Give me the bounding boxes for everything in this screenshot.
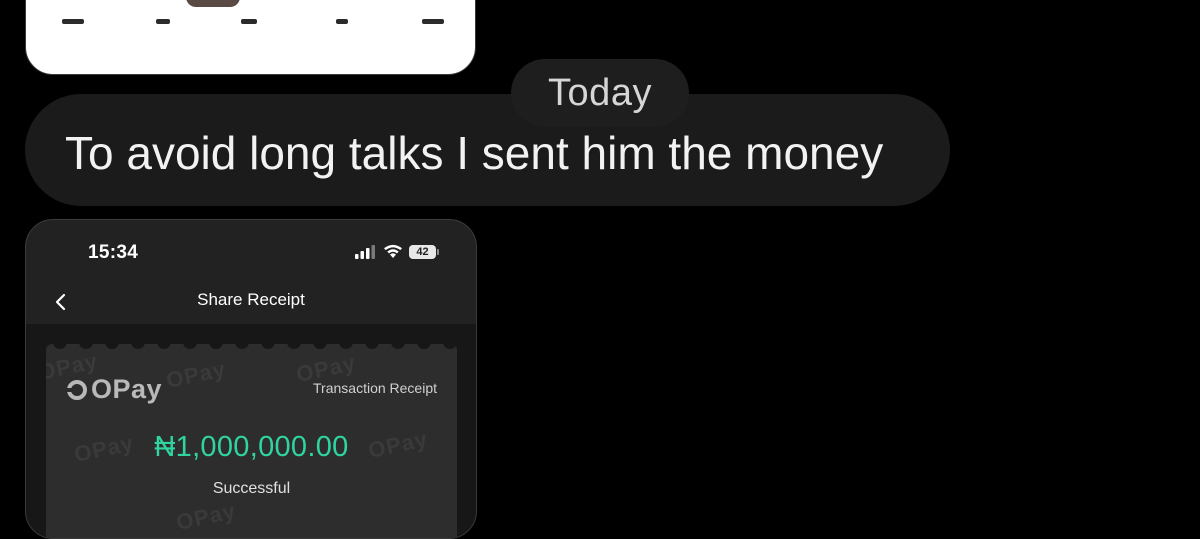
message-bubble[interactable]: To avoid long talks I sent him the money xyxy=(25,94,950,206)
receipt-screenshot-message[interactable]: 15:34 42 Share Receipt OPay OPay OPay OP… xyxy=(25,219,477,539)
transaction-amount: ₦1,000,000.00 xyxy=(154,431,349,463)
watermark: OPay xyxy=(173,498,239,536)
receipt-scalloped-edge xyxy=(53,344,457,349)
message-text: To avoid long talks I sent him the money xyxy=(65,127,884,179)
previous-image-message[interactable] xyxy=(25,0,476,75)
status-time: 15:34 xyxy=(88,242,139,263)
date-separator: Today xyxy=(511,59,689,127)
phone-status-bar: 15:34 42 xyxy=(26,220,476,280)
battery-level: 42 xyxy=(416,245,429,258)
transaction-receipt: OPay OPay OPay OPay OPay OPay OPay Trans… xyxy=(46,344,457,538)
status-icons: 42 xyxy=(355,244,439,259)
cropped-content xyxy=(26,19,475,25)
transaction-status: Successful xyxy=(212,480,291,497)
avatar xyxy=(186,0,240,7)
receipt-title: Transaction Receipt xyxy=(313,380,437,396)
opay-logo-icon xyxy=(66,379,87,400)
date-separator-label: Today xyxy=(548,71,652,114)
receipt-nav-bar: Share Receipt xyxy=(26,280,476,324)
opay-logo-text: OPay xyxy=(91,374,163,404)
battery-icon: 42 xyxy=(409,244,439,259)
signal-icon xyxy=(355,244,375,259)
nav-title: Share Receipt xyxy=(197,290,305,309)
wifi-icon xyxy=(384,244,402,258)
watermark: OPay xyxy=(163,356,229,394)
opay-logo: OPay xyxy=(66,374,162,405)
